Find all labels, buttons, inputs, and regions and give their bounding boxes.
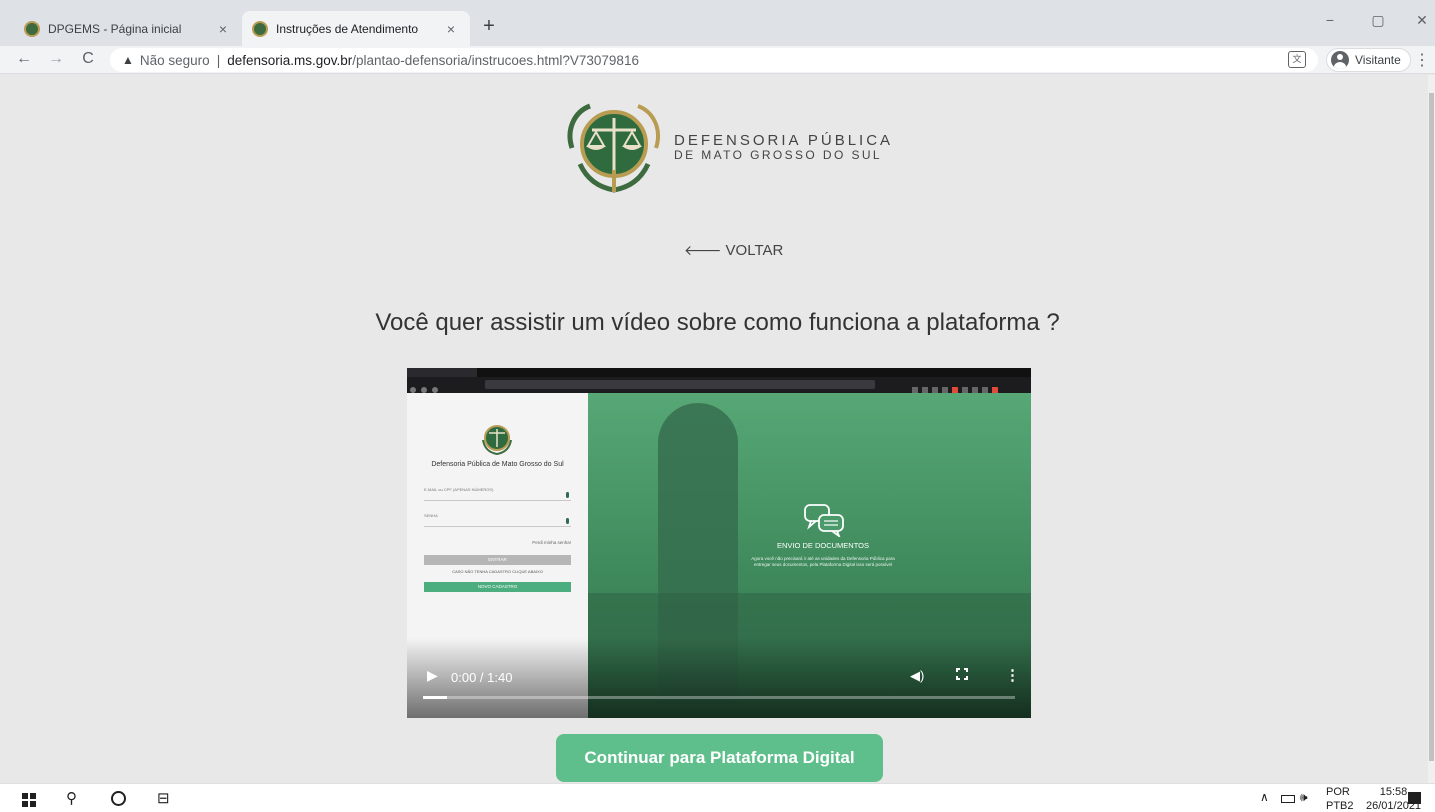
video-time: 0:00 / 1:40	[451, 670, 513, 685]
video-frame-register-button: NOVO CADASTRO	[424, 582, 571, 592]
logo-line-1: DEFENSORIA PÚBLICA	[674, 131, 894, 149]
video-frame-password-field: SENHA	[424, 513, 571, 527]
page-scrollbar[interactable]	[1428, 75, 1435, 783]
translate-icon[interactable]: 文	[1288, 51, 1306, 68]
video-frame-password-label: SENHA	[424, 513, 438, 518]
scrollbar-thumb[interactable]	[1429, 93, 1434, 761]
back-link[interactable]: 🡐 VOLTAR	[684, 242, 783, 259]
video-frame-browser-chrome	[407, 368, 1031, 393]
tab-instrucoes-atendimento[interactable]: Instruções de Atendimento ×	[242, 11, 470, 46]
video-frame-extension-icons	[912, 380, 1027, 393]
keyboard-layout: PTB2	[1326, 800, 1354, 812]
more-options-icon[interactable]: ⋮	[1005, 666, 1020, 684]
video-frame-logo-icon	[482, 425, 512, 456]
warning-icon[interactable]: ▲	[122, 53, 134, 67]
address-path: /plantao-defensoria/instrucoes.html?V730…	[352, 52, 639, 68]
video-frame-email-label: E-MAIL ou CPF (APENAS NÚMEROS)	[424, 487, 494, 492]
video-frame-urlbar	[485, 380, 875, 389]
fullscreen-icon[interactable]	[956, 668, 968, 680]
defensoria-emblem-icon	[567, 103, 660, 193]
address-domain: defensoria.ms.gov.br	[227, 52, 353, 68]
key-icon	[566, 492, 569, 498]
tab-close-icon[interactable]: ×	[442, 21, 460, 37]
back-link-label: VOLTAR	[725, 242, 784, 259]
favicon-icon	[252, 20, 268, 37]
logo-text: DEFENSORIA PÚBLICA DE MATO GROSSO DO SUL	[674, 133, 893, 163]
continue-button[interactable]: Continuar para Plataforma Digital	[556, 734, 883, 782]
video-frame-divider-text: CASO NÃO TENHA CADASTRO CLIQUE ABAIXO	[452, 569, 543, 574]
tab-close-icon[interactable]: ×	[214, 21, 232, 37]
page-content: DEFENSORIA PÚBLICA DE MATO GROSSO DO SUL…	[0, 75, 1435, 783]
profile-button[interactable]: Visitante	[1326, 48, 1411, 72]
security-label: Não seguro	[139, 52, 210, 68]
speaker-icon[interactable]: 🕪	[1300, 790, 1308, 805]
minimize-button[interactable]: −	[1316, 12, 1344, 28]
video-frame-message-body: Agora você não precisará ir até as unida…	[751, 556, 895, 567]
tab-dpgems-home[interactable]: DPGEMS - Página inicial ×	[14, 11, 242, 46]
battery-icon[interactable]	[1281, 795, 1295, 803]
video-player[interactable]: Defensoria Pública de Mato Grosso do Sul…	[407, 368, 1031, 718]
windows-taskbar: ⚲ ⊟ ∧ 🕪 POR PTB2 15:58 26/01/2021	[0, 783, 1435, 812]
video-frame-nav-icons	[410, 380, 450, 393]
video-progress-fill	[423, 696, 447, 699]
task-view-icon[interactable]: ⊟	[157, 789, 170, 807]
address-bar[interactable]: ▲ Não seguro | defensoria.ms.gov.br /pla…	[110, 48, 1318, 72]
reload-icon[interactable]: C	[78, 50, 98, 68]
chevron-up-icon[interactable]: ∧	[1260, 790, 1269, 804]
forward-arrow-icon[interactable]: →	[46, 50, 66, 68]
close-window-button[interactable]: ✕	[1408, 12, 1435, 29]
video-progress-bar[interactable]	[423, 696, 1015, 699]
key-icon	[566, 518, 569, 524]
favicon-icon	[24, 20, 40, 37]
windows-start-icon[interactable]	[22, 793, 36, 807]
language-code: POR	[1326, 786, 1350, 798]
video-frame-org-name: Defensoria Pública de Mato Grosso do Sul	[431, 461, 564, 468]
language-indicator[interactable]: POR PTB2	[1326, 785, 1354, 812]
page-heading: Você quer assistir um vídeo sobre como f…	[375, 309, 1060, 336]
notification-icon[interactable]	[1408, 792, 1421, 804]
play-icon[interactable]: ▶	[427, 667, 438, 684]
video-frame-tabbar	[407, 368, 1031, 377]
browser-toolbar: ← → C ▲ Não seguro | defensoria.ms.gov.b…	[0, 46, 1435, 74]
new-tab-button[interactable]: +	[478, 15, 500, 38]
video-frame-message-title: ENVIO DE DOCUMENTOS	[777, 541, 869, 550]
tab-title: Instruções de Atendimento	[276, 21, 419, 36]
cortana-icon[interactable]	[111, 791, 126, 806]
browser-menu-icon[interactable]: ⋮	[1414, 50, 1430, 70]
address-separator: |	[216, 52, 221, 68]
tab-title: DPGEMS - Página inicial	[48, 21, 182, 36]
maximize-button[interactable]: ▢	[1364, 12, 1392, 29]
volume-icon[interactable]: ◀)	[910, 668, 924, 684]
profile-label: Visitante	[1355, 53, 1401, 67]
video-frame-forgot-password: Perdi minha senha!	[532, 540, 571, 545]
back-arrow-icon[interactable]: ←	[14, 50, 34, 68]
video-frame-email-field: E-MAIL ou CPF (APENAS NÚMEROS)	[424, 487, 571, 501]
video-frame-message: ENVIO DE DOCUMENTOS Agora você não preci…	[748, 505, 898, 568]
avatar-icon	[1331, 51, 1349, 69]
browser-tab-strip: DPGEMS - Página inicial × Instruções de …	[0, 0, 1435, 46]
arrow-left-icon: 🡐	[684, 242, 722, 258]
logo-line-2: DE MATO GROSSO DO SUL	[674, 147, 882, 162]
video-frame-login-button: ENTRAR	[424, 555, 571, 565]
defensoria-logo: DEFENSORIA PÚBLICA DE MATO GROSSO DO SUL	[560, 100, 893, 195]
search-icon[interactable]: ⚲	[66, 789, 77, 807]
